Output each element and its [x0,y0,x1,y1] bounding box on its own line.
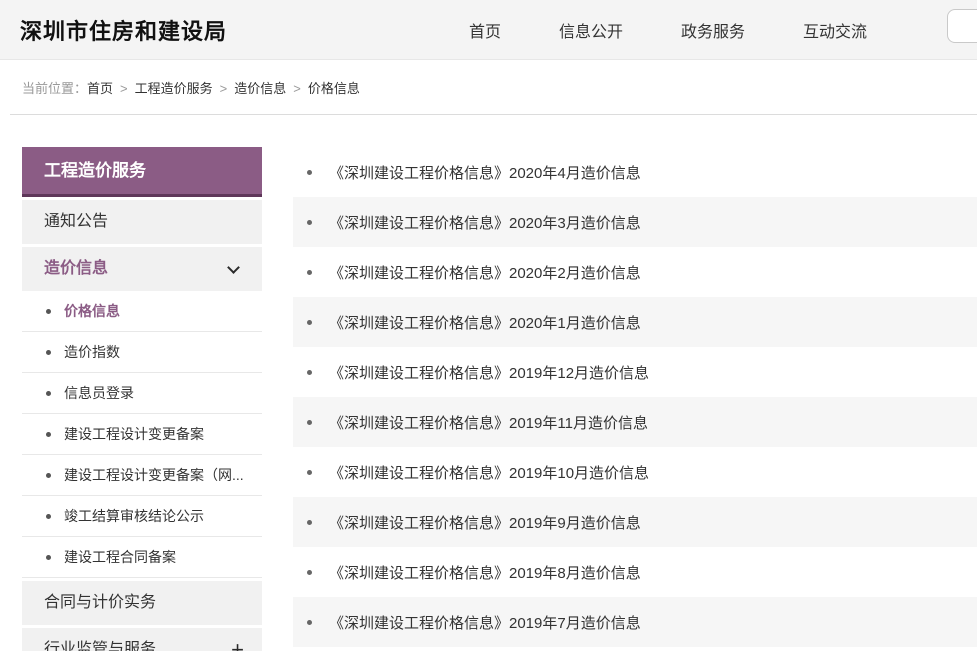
sidebar-subitem-label: 造价指数 [64,342,120,362]
article-link[interactable]: 《深圳建设工程价格信息》2020年2月造价信息 [329,262,641,283]
plus-icon: + [231,628,244,651]
bullet-icon [307,420,312,425]
sidebar-subitem-label: 价格信息 [64,301,120,321]
site-title: 深圳市住房和建设局 [20,14,227,46]
page: 深圳市住房和建设局 首页信息公开政务服务互动交流 当前位置： 首页>工程造价服务… [0,0,977,651]
breadcrumb-items: 首页 > 工程造价服务 > 造价信息 > 价格信息 [87,78,360,97]
chevron-down-icon [227,261,240,274]
article-row: 《深圳建设工程价格信息》2019年10月造价信息 [293,447,977,497]
sidebar-item-label: 造价信息 [44,260,108,277]
sidebar-item[interactable]: 通知公告 [22,200,262,244]
sidebar-subitem[interactable]: 建设工程合同备案 [22,537,262,578]
breadcrumb-separator: > [220,81,228,96]
article-link[interactable]: 《深圳建设工程价格信息》2020年4月造价信息 [329,162,641,183]
sidebar-item[interactable]: 行业监管与服务 + [22,628,262,651]
sidebar-subitem[interactable]: 价格信息 [22,291,262,332]
bullet-icon [46,309,51,314]
article-row: 《深圳建设工程价格信息》2019年7月造价信息 [293,597,977,647]
article-list: 《深圳建设工程价格信息》2020年4月造价信息《深圳建设工程价格信息》2020年… [293,147,977,647]
article-row: 《深圳建设工程价格信息》2019年9月造价信息 [293,497,977,547]
nav-item[interactable]: 首页 [440,18,530,42]
article-link[interactable]: 《深圳建设工程价格信息》2019年7月造价信息 [329,612,641,633]
header-search-box[interactable] [947,9,977,43]
sidebar-subitem[interactable]: 信息员登录 [22,373,262,414]
nav-item[interactable]: 信息公开 [530,18,652,42]
breadcrumb-separator: > [293,81,301,96]
sidebar-subitem-label: 信息员登录 [64,383,134,403]
sidebar-subitem-label: 建设工程设计变更备案（网... [64,465,244,485]
sidebar-title: 工程造价服务 [22,147,262,197]
sidebar-item-label: 合同与计价实务 [44,594,156,611]
bullet-icon [307,470,312,475]
sidebar: 工程造价服务 通知公告造价信息价格信息造价指数信息员登录建设工程设计变更备案建设… [22,147,262,651]
sidebar-item-label: 通知公告 [44,213,108,230]
article-link[interactable]: 《深圳建设工程价格信息》2019年12月造价信息 [329,362,649,383]
sidebar-menu: 通知公告造价信息价格信息造价指数信息员登录建设工程设计变更备案建设工程设计变更备… [22,200,262,651]
bullet-icon [307,570,312,575]
breadcrumb-link[interactable]: 首页 [87,81,113,96]
bullet-icon [46,350,51,355]
nav-item[interactable]: 政务服务 [652,18,774,42]
bullet-icon [46,432,51,437]
article-link[interactable]: 《深圳建设工程价格信息》2019年11月造价信息 [329,412,648,433]
bullet-icon [307,170,312,175]
article-row: 《深圳建设工程价格信息》2020年3月造价信息 [293,197,977,247]
sidebar-subitem-label: 竣工结算审核结论公示 [64,506,204,526]
article-link[interactable]: 《深圳建设工程价格信息》2019年10月造价信息 [329,462,649,483]
sidebar-subitem[interactable]: 建设工程设计变更备案 [22,414,262,455]
article-link[interactable]: 《深圳建设工程价格信息》2020年3月造价信息 [329,212,641,233]
nav-item[interactable]: 互动交流 [774,18,896,42]
article-row: 《深圳建设工程价格信息》2019年12月造价信息 [293,347,977,397]
sidebar-item[interactable]: 造价信息 [22,247,262,291]
breadcrumb-label: 当前位置： [22,78,87,97]
bullet-icon [46,391,51,396]
article-row: 《深圳建设工程价格信息》2020年4月造价信息 [293,147,977,197]
breadcrumb: 当前位置： 首页 > 工程造价服务 > 造价信息 > 价格信息 [0,60,977,114]
sidebar-subitem[interactable]: 竣工结算审核结论公示 [22,496,262,537]
sidebar-subitem[interactable]: 建设工程设计变更备案（网... [22,455,262,496]
breadcrumb-divider [10,114,977,115]
article-row: 《深圳建设工程价格信息》2020年2月造价信息 [293,247,977,297]
bullet-icon [46,514,51,519]
sidebar-subitem[interactable]: 造价指数 [22,332,262,373]
breadcrumb-current: 价格信息 [308,81,360,96]
top-nav: 首页信息公开政务服务互动交流 [440,0,896,60]
article-link[interactable]: 《深圳建设工程价格信息》2019年9月造价信息 [329,512,641,533]
site-header: 深圳市住房和建设局 首页信息公开政务服务互动交流 [0,0,977,60]
article-link[interactable]: 《深圳建设工程价格信息》2020年1月造价信息 [329,312,641,333]
article-row: 《深圳建设工程价格信息》2020年1月造价信息 [293,297,977,347]
bullet-icon [307,370,312,375]
bullet-icon [307,270,312,275]
breadcrumb-link[interactable]: 造价信息 [234,81,286,96]
bullet-icon [307,320,312,325]
sidebar-subitem-label: 建设工程设计变更备案 [64,424,204,444]
breadcrumb-separator: > [120,81,128,96]
sidebar-item[interactable]: 合同与计价实务 [22,581,262,625]
breadcrumb-link[interactable]: 工程造价服务 [135,81,213,96]
bullet-icon [46,473,51,478]
content-area: 工程造价服务 通知公告造价信息价格信息造价指数信息员登录建设工程设计变更备案建设… [0,147,977,651]
article-row: 《深圳建设工程价格信息》2019年11月造价信息 [293,397,977,447]
bullet-icon [307,620,312,625]
article-row: 《深圳建设工程价格信息》2019年8月造价信息 [293,547,977,597]
bullet-icon [307,220,312,225]
article-link[interactable]: 《深圳建设工程价格信息》2019年8月造价信息 [329,562,641,583]
sidebar-subitem-label: 建设工程合同备案 [64,547,176,567]
bullet-icon [307,520,312,525]
bullet-icon [46,555,51,560]
sidebar-item-label: 行业监管与服务 [44,641,156,651]
